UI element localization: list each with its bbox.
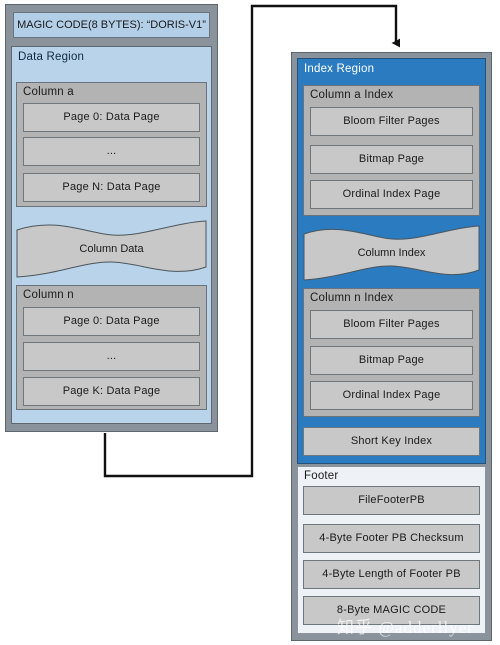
ordinal-index-page-label: Ordinal Index Page (342, 389, 441, 402)
footer-magic-code-box: 8-Byte MAGIC CODE (303, 596, 480, 625)
magic-code-box: MAGIC CODE(8 BYTES): “DORIS-V1” (13, 12, 210, 38)
data-page-ellipsis-box: ... (23, 342, 200, 371)
data-page-box: Page 0: Data Page (23, 307, 200, 336)
short-key-index-label: Short Key Index (350, 435, 433, 448)
magic-code-label: MAGIC CODE(8 BYTES): “DORIS-V1” (17, 19, 206, 31)
footer-magic-code-label: 8-Byte MAGIC CODE (336, 604, 447, 617)
ordinal-index-page-label: Ordinal Index Page (342, 188, 441, 201)
data-page-label: Page 0: Data Page (63, 111, 160, 124)
bitmap-page-label: Bitmap Page (358, 354, 425, 367)
column-n-header: Column n (16, 285, 207, 305)
data-page-box: Page K: Data Page (23, 377, 200, 406)
short-key-index-box: Short Key Index (303, 427, 480, 456)
index-region-header: Index Region (297, 58, 486, 80)
column-n-label: Column n (23, 289, 74, 301)
ordinal-index-page-box: Ordinal Index Page (310, 381, 473, 410)
data-page-box: Page 0: Data Page (23, 103, 200, 132)
data-page-ellipsis-label: ... (106, 350, 117, 363)
bitmap-page-box: Bitmap Page (310, 346, 473, 375)
footer-pb-length-label: 4-Byte Length of Footer PB (322, 568, 461, 581)
bloom-filter-pages-label: Bloom Filter Pages (343, 318, 440, 331)
data-region-label: Data Region (18, 51, 85, 63)
footer-header: Footer (297, 466, 486, 486)
bloom-filter-pages-label: Bloom Filter Pages (343, 115, 440, 128)
column-a-index-header: Column a Index (303, 85, 480, 105)
bitmap-page-box: Bitmap Page (310, 145, 473, 174)
footer-pb-checksum-label: 4-Byte Footer PB Checksum (319, 532, 464, 545)
footer-label: Footer (304, 470, 339, 482)
bloom-filter-pages-box: Bloom Filter Pages (310, 310, 473, 339)
bitmap-page-label: Bitmap Page (358, 153, 425, 166)
column-a-label: Column a (23, 86, 74, 98)
ordinal-index-page-box: Ordinal Index Page (310, 180, 473, 209)
column-index-wave-shape (303, 225, 480, 281)
column-a-index-label: Column a Index (310, 89, 394, 101)
data-page-label: Page N: Data Page (62, 181, 161, 194)
data-page-label: Page K: Data Page (62, 385, 161, 398)
data-page-label: Page 0: Data Page (63, 315, 160, 328)
data-region-header: Data Region (11, 46, 212, 68)
data-page-ellipsis-box: ... (23, 137, 200, 166)
footer-pb-checksum-box: 4-Byte Footer PB Checksum (303, 524, 480, 553)
column-n-index-header: Column n Index (303, 288, 480, 308)
data-page-box: Page N: Data Page (23, 173, 200, 202)
column-data-wave-shape (16, 220, 207, 278)
file-footer-pb-box: FileFooterPB (303, 486, 480, 515)
column-n-index-label: Column n Index (310, 292, 394, 304)
column-a-header: Column a (16, 82, 207, 102)
data-page-ellipsis-label: ... (106, 145, 117, 158)
bloom-filter-pages-box: Bloom Filter Pages (310, 107, 473, 136)
index-region-label: Index Region (304, 63, 375, 75)
footer-pb-length-box: 4-Byte Length of Footer PB (303, 560, 480, 589)
file-footer-pb-label: FileFooterPB (358, 494, 425, 507)
